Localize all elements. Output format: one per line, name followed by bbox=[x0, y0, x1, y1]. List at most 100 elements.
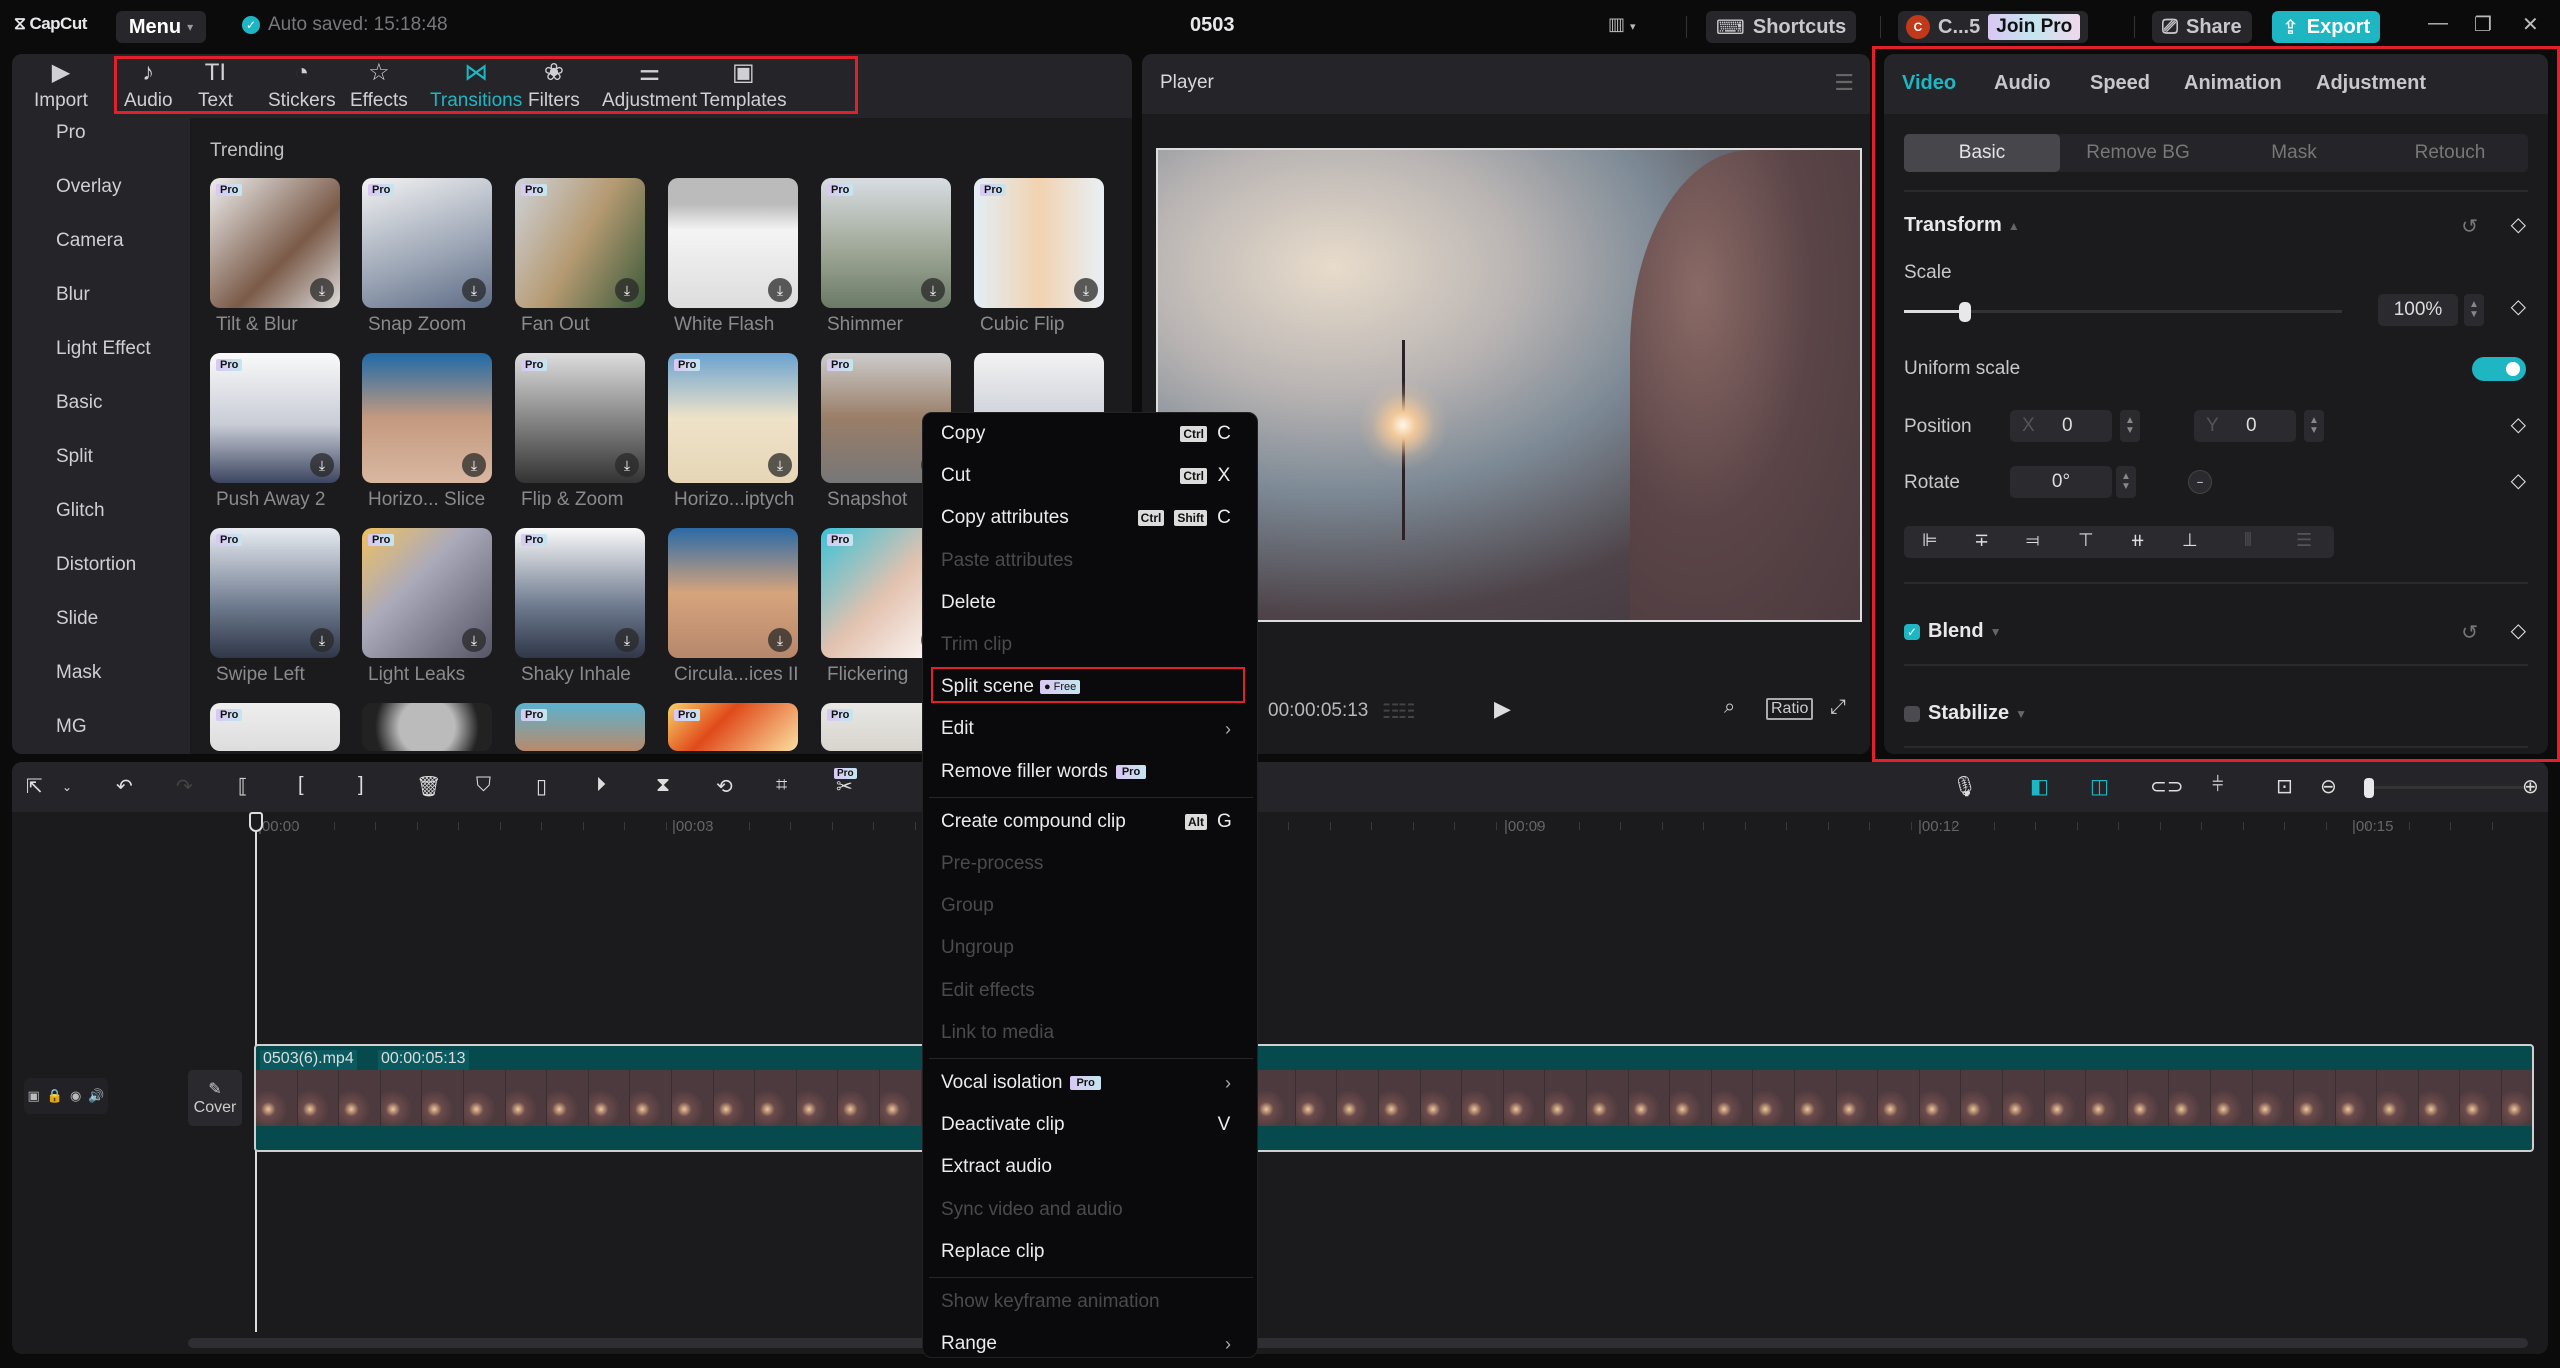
tab-audio[interactable]: Audio bbox=[1994, 72, 2051, 95]
download-icon[interactable]: ⤓ bbox=[1074, 278, 1098, 302]
keyframe-rotate-button[interactable]: ◇ bbox=[2511, 468, 2526, 493]
menu-item-copy-attributes[interactable]: Copy attributes Ctrl Shift C bbox=[941, 499, 1241, 537]
tab-video[interactable]: Video bbox=[1902, 72, 1956, 95]
download-icon[interactable]: ⤓ bbox=[462, 278, 486, 302]
zoom-to-fit-icon[interactable]: ⊡ bbox=[2276, 774, 2293, 799]
align-center-v-icon[interactable]: ⧺ bbox=[2130, 530, 2145, 551]
tab-templates[interactable]: ▣ Templates bbox=[700, 58, 787, 112]
tab-transitions[interactable]: ⋈ Transitions bbox=[430, 58, 522, 112]
split-left-icon[interactable]: [ bbox=[298, 774, 304, 797]
download-icon[interactable]: ⤓ bbox=[921, 278, 945, 302]
keyframe-transform-button[interactable]: ◇ bbox=[2511, 212, 2526, 237]
transition-tile[interactable]: Pro ⤓ bbox=[668, 353, 798, 483]
category-pro[interactable]: Pro bbox=[56, 122, 86, 144]
account-button[interactable]: C C...5 Join Pro bbox=[1898, 11, 2089, 43]
crop-icon[interactable]: ⌗ bbox=[776, 774, 787, 797]
export-button[interactable]: ⇪ Export bbox=[2272, 11, 2381, 43]
stabilize-checkbox[interactable] bbox=[1904, 706, 1920, 722]
align-right-icon[interactable]: ⫤ bbox=[2026, 530, 2040, 551]
magnet-main-track-icon[interactable]: ◧ bbox=[2030, 774, 2049, 799]
category-camera[interactable]: Camera bbox=[56, 230, 124, 252]
menu-item-create-compound-clip[interactable]: Create compound clip Alt G bbox=[941, 803, 1241, 841]
transition-tile[interactable]: ⤓ bbox=[668, 528, 798, 658]
timeline-grid-icon[interactable]: ☷☷ bbox=[1382, 699, 1416, 724]
track-video-icon[interactable]: ▣ bbox=[27, 1088, 39, 1104]
share-button[interactable]: ⎚ Share bbox=[2152, 11, 2252, 43]
download-icon[interactable]: ⤓ bbox=[615, 628, 639, 652]
menu-item-replace-clip[interactable]: Replace clip bbox=[941, 1233, 1241, 1271]
category-slide[interactable]: Slide bbox=[56, 608, 98, 630]
position-y-stepper[interactable]: ▲ ▼ bbox=[2304, 410, 2324, 442]
tab-speed[interactable]: Speed bbox=[2090, 72, 2150, 95]
download-icon[interactable]: ⤓ bbox=[768, 278, 792, 302]
transition-tile[interactable]: Pro bbox=[210, 703, 340, 751]
marker-icon[interactable]: ⛉ bbox=[476, 774, 491, 797]
transition-tile[interactable]: Pro ⤓ bbox=[515, 178, 645, 308]
tab-audio[interactable]: ♪ Audio bbox=[124, 58, 173, 112]
transition-tile[interactable]: ⤓ bbox=[362, 353, 492, 483]
reverse-icon[interactable]: ⏵ bbox=[596, 774, 606, 797]
scale-slider[interactable] bbox=[1904, 302, 2342, 322]
timeline-scrollbar[interactable] bbox=[188, 1338, 2528, 1348]
transition-tile[interactable]: Pro ⤓ bbox=[210, 353, 340, 483]
transition-tile[interactable]: Pro ⤓ bbox=[974, 178, 1104, 308]
tab-animation[interactable]: Animation bbox=[2184, 72, 2282, 95]
transition-tile[interactable]: Pro ⤓ bbox=[210, 528, 340, 658]
link-icon[interactable]: ⊂⊃ bbox=[2150, 774, 2184, 799]
playhead-handle[interactable] bbox=[249, 812, 263, 832]
transition-tile[interactable]: Pro ⤓ bbox=[515, 353, 645, 483]
download-icon[interactable]: ⤓ bbox=[462, 453, 486, 477]
tab-stickers[interactable]: ◔ Stickers bbox=[268, 58, 336, 112]
zoom-in-icon[interactable]: ⊕ bbox=[2522, 774, 2539, 799]
zoom-preview-button[interactable]: ⌕ bbox=[1724, 696, 1735, 719]
tab-effects[interactable]: ☆ Effects bbox=[350, 58, 408, 112]
download-icon[interactable]: ⤓ bbox=[310, 628, 334, 652]
subtab-remove-bg[interactable]: Remove BG bbox=[2060, 134, 2216, 172]
download-icon[interactable]: ⤓ bbox=[310, 453, 334, 477]
keyframe-position-button[interactable]: ◇ bbox=[2511, 412, 2526, 437]
shortcuts-button[interactable]: ⌨ Shortcuts bbox=[1706, 11, 1857, 43]
align-center-h-icon[interactable]: ∓ bbox=[1974, 530, 1989, 551]
menu-item-delete[interactable]: Delete bbox=[941, 584, 1241, 622]
category-blur[interactable]: Blur bbox=[56, 284, 90, 306]
download-icon[interactable]: ⤓ bbox=[462, 628, 486, 652]
transition-tile[interactable]: Pro ⤓ bbox=[362, 528, 492, 658]
blend-checkbox[interactable]: ✓ bbox=[1904, 624, 1920, 640]
download-icon[interactable]: ⤓ bbox=[768, 628, 792, 652]
scale-stepper[interactable]: ▲ ▼ bbox=[2464, 294, 2484, 326]
zoom-slider-knob[interactable] bbox=[2364, 778, 2374, 798]
menu-item-cut[interactable]: Cut Ctrl X bbox=[941, 457, 1241, 495]
menu-item-extract-audio[interactable]: Extract audio bbox=[941, 1148, 1241, 1186]
rotate-stepper[interactable]: ▲ ▼ bbox=[2116, 466, 2136, 498]
uniform-scale-toggle[interactable] bbox=[2472, 357, 2526, 381]
position-y-input[interactable]: Y0 bbox=[2194, 410, 2296, 442]
rotate-icon[interactable]: ⟲ bbox=[716, 774, 733, 799]
category-glitch[interactable]: Glitch bbox=[56, 500, 105, 522]
category-basic[interactable]: Basic bbox=[56, 392, 102, 414]
tab-adjustment[interactable]: ⚌ Adjustment bbox=[602, 58, 697, 112]
delete-icon[interactable]: 🗑 bbox=[416, 774, 441, 799]
category-overlay[interactable]: Overlay bbox=[56, 176, 121, 198]
subtab-mask[interactable]: Mask bbox=[2216, 134, 2372, 172]
menu-item-copy[interactable]: Copy Ctrl C bbox=[941, 415, 1241, 453]
ratio-button[interactable]: Ratio bbox=[1766, 698, 1814, 720]
transition-tile[interactable]: Pro ⤓ bbox=[362, 178, 492, 308]
category-light-effect[interactable]: Light Effect bbox=[56, 338, 151, 360]
category-distortion[interactable]: Distortion bbox=[56, 554, 136, 576]
play-button[interactable]: ▶ bbox=[1494, 696, 1511, 722]
transition-tile[interactable]: Pro ⤓ bbox=[210, 178, 340, 308]
transform-section-toggle[interactable]: Transform ▲ bbox=[1904, 214, 2020, 237]
transition-tile[interactable] bbox=[362, 703, 492, 751]
subtab-basic[interactable]: Basic bbox=[1904, 134, 2060, 172]
transition-tile[interactable]: Pro ⤓ bbox=[515, 528, 645, 658]
download-icon[interactable]: ⤓ bbox=[310, 278, 334, 302]
transition-tile[interactable]: Pro ⤓ bbox=[821, 178, 951, 308]
fullscreen-button[interactable]: ⤢ bbox=[1830, 696, 1846, 719]
tab-import[interactable]: ▶ Import bbox=[34, 58, 88, 112]
tab-filters[interactable]: ❀ Filters bbox=[528, 58, 580, 112]
video-clip[interactable]: 0503(6).mp4 00:00:05:13 bbox=[254, 1044, 2534, 1152]
subtab-retouch[interactable]: Retouch bbox=[2372, 134, 2528, 172]
player-menu-icon[interactable]: ☰ bbox=[1834, 70, 1854, 96]
speaker-icon[interactable]: 🔊 bbox=[88, 1088, 104, 1104]
transition-tile[interactable]: Pro bbox=[515, 703, 645, 751]
